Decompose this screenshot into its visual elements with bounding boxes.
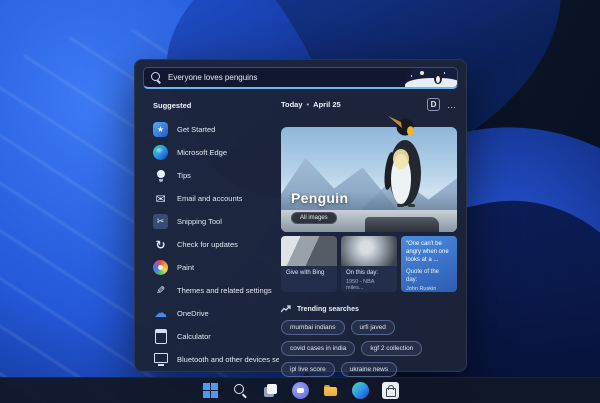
quote-of-day-card[interactable]: “One can't be angry when one looks at a …	[401, 236, 457, 292]
task-view-button[interactable]	[262, 382, 279, 399]
date-separator: •	[306, 100, 310, 109]
card-subcaption: John Ruskin	[406, 286, 437, 292]
suggested-item-check-updates[interactable]: Check for updates	[145, 233, 279, 256]
get-started-icon	[153, 122, 168, 137]
daily-cards-row: Give with Bing On this day: 1950 - NBA m…	[281, 236, 457, 292]
edge-browser-button[interactable]	[351, 382, 369, 399]
snow-graphic	[405, 78, 457, 87]
penguin-hero-card[interactable]: Penguin All images	[281, 116, 457, 232]
suggested-item-label: Tips	[177, 171, 191, 180]
card-caption: Give with Bing	[286, 270, 325, 276]
more-options-button[interactable]: …	[447, 100, 457, 109]
suggested-item-bluetooth-devices[interactable]: Bluetooth and other devices sett...	[145, 348, 279, 371]
suggested-item-label: Snipping Tool	[177, 217, 222, 226]
suggested-item-calculator[interactable]: Calculator	[145, 325, 279, 348]
start-button[interactable]	[202, 382, 219, 399]
hero-title: Penguin	[291, 190, 349, 206]
moon-icon	[420, 71, 424, 75]
search-panel: Suggested Get Started Microsoft Edge Tip…	[134, 59, 467, 377]
envelope-icon	[153, 191, 168, 206]
trending-chip[interactable]: mumbai indians	[281, 320, 345, 335]
suggested-item-label: Calculator	[177, 332, 211, 341]
onedrive-cloud-icon	[153, 306, 168, 321]
scissors-icon	[153, 214, 168, 229]
star-icon	[410, 75, 412, 77]
suggested-item-label: Microsoft Edge	[177, 148, 228, 157]
suggested-item-paint[interactable]: Paint	[145, 256, 279, 279]
suggested-item-label: Themes and related settings	[177, 286, 272, 295]
quote-text: “One can't be angry when one looks at a …	[406, 241, 449, 264]
trending-chip[interactable]: urfi javed	[350, 320, 395, 335]
suggested-item-label: Email and accounts	[177, 194, 243, 203]
monitor-icon	[153, 352, 168, 367]
suggested-item-snipping-tool[interactable]: Snipping Tool	[145, 210, 279, 233]
search-box[interactable]	[143, 67, 458, 89]
d-badge-button[interactable]: D	[427, 98, 440, 111]
calculator-icon	[153, 329, 168, 344]
penguin-illustration-icon	[434, 72, 442, 84]
suggested-item-label: Paint	[177, 263, 195, 272]
date-label[interactable]: April 25	[313, 100, 341, 109]
refresh-icon	[153, 237, 168, 252]
trending-chips: mumbai indians urfi javed covid cases in…	[281, 320, 457, 377]
today-label: Today	[281, 100, 303, 109]
suggested-item-label: OneDrive	[177, 309, 209, 318]
suggested-item-themes[interactable]: Themes and related settings	[145, 279, 279, 302]
card-subcaption: 1950 - NBA miles...	[346, 278, 375, 291]
taskbar-search-button[interactable]	[232, 382, 249, 399]
chat-button[interactable]	[291, 382, 309, 399]
store-button[interactable]	[381, 382, 399, 399]
trending-header: Trending searches	[281, 305, 457, 313]
penguin-image	[384, 116, 421, 207]
suggested-item-email-accounts[interactable]: Email and accounts	[145, 187, 279, 210]
trending-up-icon	[281, 305, 291, 313]
card-caption: Quote of the day:	[406, 269, 440, 284]
suggested-title: Suggested	[153, 101, 192, 110]
daily-header: Today • April 25 D …	[281, 98, 457, 111]
all-images-button[interactable]: All images	[291, 212, 337, 224]
trending-chip[interactable]: ukraine news	[340, 362, 398, 377]
card-caption: On this day:	[346, 270, 379, 276]
suggested-section: Suggested Get Started Microsoft Edge Tip…	[145, 94, 279, 365]
brush-icon	[153, 283, 168, 298]
edge-icon	[153, 145, 168, 160]
search-box-illustration	[399, 68, 457, 87]
suggested-item-tips[interactable]: Tips	[145, 164, 279, 187]
give-with-bing-image	[281, 236, 337, 266]
suggested-item-label: Get Started	[177, 125, 216, 134]
suggested-item-get-started[interactable]: Get Started	[145, 118, 279, 141]
trending-chip[interactable]: covid cases in india	[281, 341, 356, 356]
trending-chip[interactable]: kgf 2 collection	[361, 341, 423, 356]
search-icon	[151, 72, 162, 83]
star-icon	[443, 72, 445, 74]
daily-content-section: Today • April 25 D … Penguin All images …	[281, 98, 457, 377]
trending-chip[interactable]: ipl live score	[281, 362, 335, 377]
lightbulb-icon	[153, 168, 168, 183]
suggested-item-label: Bluetooth and other devices sett...	[177, 355, 279, 364]
suggested-item-microsoft-edge[interactable]: Microsoft Edge	[145, 141, 279, 164]
taskbar	[0, 377, 600, 403]
on-this-day-card[interactable]: On this day: 1950 - NBA miles...	[341, 236, 397, 292]
give-with-bing-card[interactable]: Give with Bing	[281, 236, 337, 292]
file-explorer-button[interactable]	[322, 382, 339, 399]
suggested-item-onedrive[interactable]: OneDrive	[145, 302, 279, 325]
trending-title: Trending searches	[297, 305, 359, 313]
on-this-day-image	[341, 236, 397, 266]
suggested-item-label: Check for updates	[177, 240, 238, 249]
paint-palette-icon	[153, 260, 168, 275]
